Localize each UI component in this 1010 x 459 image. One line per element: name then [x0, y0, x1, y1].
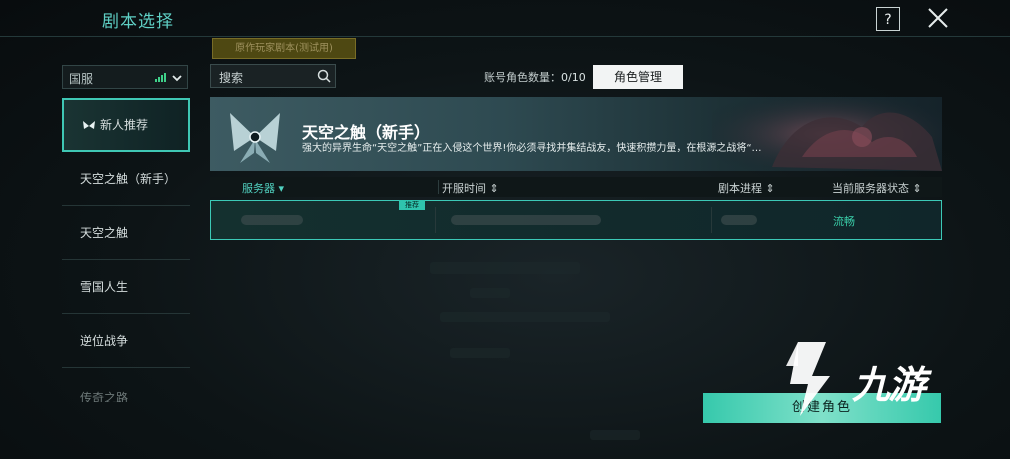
status-badge: 流畅: [833, 215, 855, 228]
header-divider: [0, 36, 1010, 37]
ghost-text: [440, 312, 610, 322]
banner-description: 强大的异界生命“天空之触”正在入侵这个世界!你必须寻找并集结战友，快速积攒力量，…: [302, 143, 762, 154]
sidebar-item-legend[interactable]: 传奇之路: [62, 368, 190, 402]
ghost-text: [430, 262, 580, 274]
ghost-text: [450, 348, 510, 358]
cell-divider: [711, 207, 712, 233]
column-label: 服务器: [242, 182, 275, 195]
help-button[interactable]: ?: [876, 7, 900, 31]
column-label: 当前服务器状态: [832, 182, 909, 195]
sidebar-item-label: 传奇之路: [80, 391, 129, 402]
column-open-time[interactable]: 开服时间 ⇕: [442, 180, 499, 196]
column-server[interactable]: 服务器 ▾: [242, 180, 284, 196]
column-divider: [438, 180, 439, 194]
cell-divider: [435, 207, 436, 233]
region-label: 国服: [69, 72, 94, 86]
account-role-count: 账号角色数量：0/10: [484, 69, 586, 85]
role-management-button[interactable]: 角色管理: [593, 65, 683, 89]
server-table-header: 服务器 ▾ 开服时间 ⇕ 剧本进程 ⇕ 当前服务器状态 ⇕: [210, 177, 942, 197]
sidebar-item-new-player[interactable]: 新人推荐: [62, 98, 190, 152]
watermark-logo-icon: [786, 342, 830, 416]
ghost-text: [590, 430, 640, 440]
column-label: 开服时间: [442, 182, 486, 195]
sidebar-item-sky-touch[interactable]: 天空之触: [62, 206, 190, 260]
page-title: 剧本选择: [102, 12, 174, 32]
boss-artwork: [712, 97, 942, 171]
search-icon: [317, 69, 331, 83]
sidebar-item-label: 逆位战争: [80, 334, 129, 348]
sidebar-item-label: 新人推荐: [100, 118, 149, 132]
sidebar-item-label: 天空之触（新手）: [80, 172, 177, 186]
sidebar-item-label: 天空之触: [80, 226, 129, 240]
column-progress[interactable]: 剧本进程 ⇕: [718, 180, 775, 196]
sky-touch-emblem-icon: [230, 113, 280, 163]
column-label: 剧本进程: [718, 182, 762, 195]
watermark-text: 九游: [852, 363, 926, 407]
chevron-down-icon: [172, 75, 182, 82]
column-server-status[interactable]: 当前服务器状态 ⇕: [832, 180, 922, 196]
recommend-badge: 推荐: [399, 200, 425, 210]
scene-tag: 原作玩家剧本(测试用): [212, 38, 356, 59]
close-button[interactable]: [924, 4, 952, 32]
close-icon: [928, 8, 948, 28]
account-role-label: 账号角色数量：: [484, 71, 561, 84]
sidebar-item-label: 雪国人生: [80, 280, 129, 294]
sidebar-item-sky-touch-novice[interactable]: 天空之触（新手）: [62, 152, 190, 206]
account-role-value: 0/10: [561, 71, 586, 84]
search-placeholder: 搜索: [219, 71, 244, 85]
ghost-text: [470, 288, 510, 298]
table-row[interactable]: 推荐 流畅: [210, 200, 942, 240]
sidebar-item-snow-country[interactable]: 雪国人生: [62, 260, 190, 314]
region-select[interactable]: 国服: [62, 65, 188, 89]
search-input[interactable]: 搜索: [210, 64, 336, 88]
server-name-redacted: [241, 215, 303, 225]
open-time-redacted: [451, 215, 601, 225]
scenario-banner[interactable]: 天空之触（新手） 强大的异界生命“天空之触”正在入侵这个世界!你必须寻找并集结战…: [210, 97, 942, 171]
progress-redacted: [721, 215, 757, 225]
butterfly-icon: [83, 120, 95, 129]
sidebar: 新人推荐 天空之触（新手） 天空之触 雪国人生 逆位战争 传奇之路: [62, 98, 190, 402]
signal-icon: [155, 73, 166, 82]
sidebar-item-reverse-war[interactable]: 逆位战争: [62, 314, 190, 368]
